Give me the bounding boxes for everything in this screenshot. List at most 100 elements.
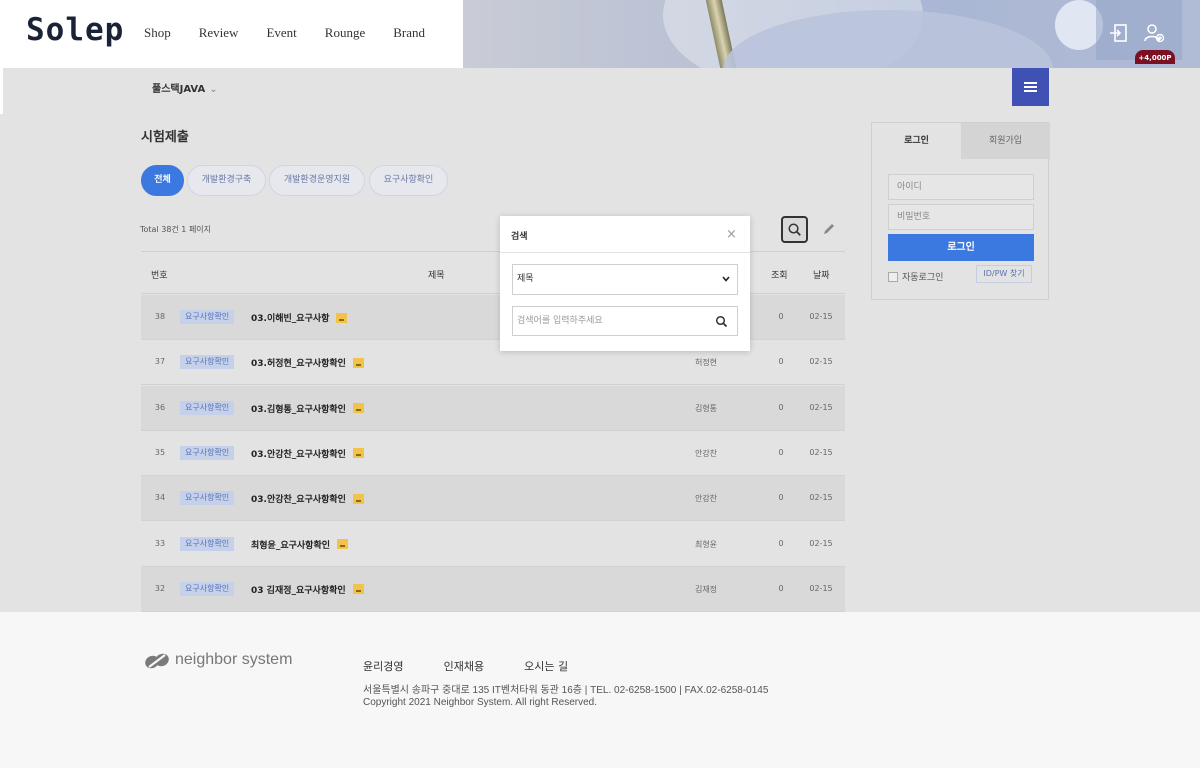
search-input[interactable]: 검색어를 입력하주세요 [512,306,738,336]
category-badge: 요구사항확인 [180,400,235,415]
pencil-icon[interactable] [822,222,836,236]
user-add-icon[interactable] [1143,22,1165,44]
row-number: 34 [154,493,166,503]
post-title[interactable]: 03.안강찬_요구사항확인 [251,447,364,460]
row-number: 37 [154,357,166,367]
search-button[interactable] [781,216,808,243]
category-badge: 요구사항확인 [180,491,235,506]
top-header: Solep Shop Review Event Rounge Brand +4,… [0,0,1200,68]
nav-event[interactable]: Event [266,25,296,41]
hamburger-menu-button[interactable] [1012,68,1049,106]
nav-brand[interactable]: Brand [393,25,425,41]
post-date: 02-15 [809,312,833,321]
tab-login[interactable]: 로그인 [872,123,961,159]
modal-title: 검색 [511,232,528,242]
search-icon[interactable] [715,315,728,328]
post-title[interactable]: 03 김재정_요구사항확인 [251,583,364,596]
post-date: 02-15 [809,402,833,412]
points-badge: +4,000P [1135,50,1175,64]
post-author: 안강찬 [694,494,718,504]
search-field-select[interactable]: 제목 [512,264,738,295]
auto-login-checkbox[interactable]: 자동로그인 [888,270,943,283]
search-modal: 검색 × 제목 검색어를 입력하주세요 [500,216,750,351]
post-title[interactable]: 최형윤_요구사항확인 [251,538,349,551]
footer-links: 윤리경영 인재채용 오시는 길 [363,655,603,674]
footer: neighbor system 윤리경영 인재채용 오시는 길 서울특별시 송파… [0,612,1200,768]
footer-address: 서울특별시 송파구 중대로 135 IT벤처타워 동관 16층 | TEL. 0… [363,685,769,696]
post-author: 안강찬 [694,448,718,458]
attachment-icon [352,448,364,459]
nav-shop[interactable]: Shop [144,25,171,41]
nav-review[interactable]: Review [199,25,239,41]
main-nav: Shop Review Event Rounge Brand [144,25,453,41]
course-selector[interactable]: 풀스택JAVA ⌄ [152,80,218,95]
login-icon[interactable] [1108,22,1130,44]
post-views: 0 [778,538,784,548]
attachment-icon [337,539,349,549]
tab-signup[interactable]: 회원가입 [961,123,1050,159]
row-number: 35 [154,447,166,457]
link-directions[interactable]: 오시는 길 [524,660,568,673]
attachment-icon [352,584,364,595]
post-date: 02-15 [809,447,833,457]
post-date: 02-15 [809,493,833,503]
row-number: 32 [154,583,166,593]
post-title-text: 03.안강찬_요구사항확인 [251,449,346,460]
category-badge: 요구사항확인 [180,445,235,460]
attachment-icon [352,357,364,368]
table-row[interactable]: 32 요구사항확인 03 김재정_요구사항확인 김재정 0 02-15 [141,566,845,612]
link-ethics[interactable]: 윤리경영 [363,660,403,673]
checkbox-icon [888,271,898,282]
post-title[interactable]: 03.김형통_요구사항확인 [251,402,364,415]
post-date: 02-15 [809,583,833,593]
tab-all[interactable]: 전체 [141,165,184,196]
link-careers[interactable]: 인재채용 [444,660,484,673]
table-row[interactable]: 33 요구사항확인 최형윤_요구사항확인 최형윤 0 02-15 [141,522,845,567]
row-number: 33 [154,538,166,548]
category-badge: 요구사항확인 [180,355,235,370]
col-date: 날짜 [813,271,830,281]
post-title[interactable]: 03.이해빈_요구사항 [251,311,348,324]
post-author: 허정현 [694,358,718,368]
post-title[interactable]: 03.안강찬_요구사항확인 [251,492,364,505]
post-title-text: 03 김재정_요구사항확인 [251,585,346,596]
id-field[interactable]: 아이디 [888,174,1034,200]
header-banner-image [463,0,1200,68]
course-label: 풀스택JAVA [152,84,206,95]
post-views: 0 [778,583,784,593]
neighbor-logo-mark-icon [145,653,169,669]
post-title-text: 03.이해빈_요구사항 [251,314,330,324]
site-logo[interactable]: Solep [26,12,124,48]
post-date: 02-15 [809,357,833,367]
tab-requirements[interactable]: 요구사항확인 [369,165,448,196]
post-title-text: 03.김형통_요구사항확인 [251,404,346,415]
category-badge: 요구사항확인 [180,536,235,551]
login-button[interactable]: 로그인 [888,234,1034,261]
left-edge-strip [0,68,3,114]
tab-dev-env-setup[interactable]: 개발환경구축 [187,165,266,196]
password-field[interactable]: 비밀번호 [888,204,1034,230]
post-author: 김재정 [694,584,718,594]
post-title[interactable]: 03.허정현_요구사항확인 [251,356,364,369]
post-views: 0 [778,493,784,503]
post-views: 0 [778,357,784,367]
attachment-icon [352,493,364,504]
row-number: 36 [154,402,166,412]
post-date: 02-15 [809,538,833,548]
post-author: 최형윤 [694,539,718,549]
table-row[interactable]: 36 요구사항확인 03.김형통_요구사항확인 김형통 0 02-15 [141,385,845,431]
total-count: Total 38건 1 페이지 [140,225,212,234]
tab-dev-env-ops[interactable]: 개발환경운영지원 [269,165,365,196]
search-placeholder: 검색어를 입력하주세요 [517,316,603,326]
auto-login-label: 자동로그인 [902,273,944,283]
nav-rounge[interactable]: Rounge [325,25,365,41]
page-title: 시험제출 [141,130,189,145]
post-title-text: 03.안강찬_요구사항확인 [251,495,346,506]
find-id-pw-button[interactable]: ID/PW 찾기 [976,265,1032,283]
table-row[interactable]: 34 요구사항확인 03.안강찬_요구사항확인 안강찬 0 02-15 [141,476,845,522]
row-number: 38 [154,312,166,321]
table-row[interactable]: 35 요구사항확인 03.안강찬_요구사항확인 안강찬 0 02-15 [141,431,845,476]
col-num: 번호 [151,271,168,281]
close-icon[interactable]: × [726,227,737,242]
post-views: 0 [778,447,784,457]
